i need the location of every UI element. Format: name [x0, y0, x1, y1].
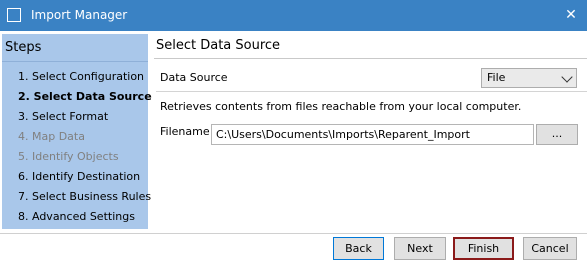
window-title: Import Manager [31, 8, 128, 22]
steps-divider [2, 61, 148, 62]
steps-header: Steps [5, 40, 42, 55]
step-select-business-rules[interactable]: 7. Select Business Rules [18, 189, 152, 209]
step-identify-objects: 5. Identify Objects [18, 150, 119, 163]
section-divider [154, 58, 587, 59]
cancel-button[interactable]: Cancel [523, 237, 577, 260]
app-icon [7, 8, 21, 22]
filename-input[interactable]: C:\Users\Documents\Imports\Reparent_Impo… [211, 124, 534, 145]
description-divider [156, 91, 587, 92]
title-bar: Import Manager ✕ [0, 0, 587, 31]
close-button[interactable]: ✕ [555, 0, 587, 31]
data-source-description: Retrieves contents from files reachable … [160, 100, 522, 113]
back-button[interactable]: Back [333, 237, 384, 260]
data-source-value: File [487, 71, 506, 84]
step-select-format[interactable]: 3. Select Format [18, 109, 152, 129]
browse-button[interactable]: ... [536, 124, 578, 145]
step-select-configuration[interactable]: 1. Select Configuration [18, 69, 152, 89]
filename-label: Filename [160, 125, 210, 138]
step-advanced-settings[interactable]: 8. Advanced Settings [18, 209, 152, 229]
data-source-label: Data Source [160, 71, 228, 84]
step-select-data-source[interactable]: 2. Select Data Source [18, 89, 152, 109]
finish-button[interactable]: Finish [453, 237, 514, 260]
dialog-body: Steps 1. Select Configuration 2. Select … [0, 31, 587, 263]
section-title: Select Data Source [156, 38, 281, 53]
footer-divider [0, 233, 587, 234]
steps-panel: Steps 1. Select Configuration 2. Select … [2, 34, 152, 229]
steps-list: 1. Select Configuration 2. Select Data S… [18, 69, 152, 229]
chevron-down-icon [561, 71, 573, 83]
step-identify-destination[interactable]: 6. Identify Destination [18, 169, 152, 189]
next-button[interactable]: Next [394, 237, 446, 260]
step-map-data: 4. Map Data [18, 130, 85, 143]
data-source-dropdown[interactable]: File [481, 68, 577, 88]
